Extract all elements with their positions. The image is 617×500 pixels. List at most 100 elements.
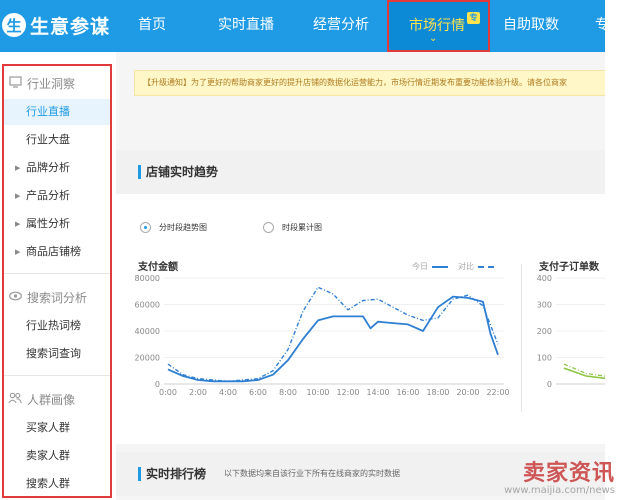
sidebar-item-attribute-analysis[interactable]: ▶ 属性分析: [4, 211, 110, 237]
legend-compare-swatch: [478, 265, 494, 268]
people-icon: [8, 392, 22, 406]
chevron-down-icon: ⌄: [429, 33, 438, 44]
chart-divider: [521, 264, 522, 412]
sidebar-item-label: 搜索词查询: [26, 347, 81, 360]
nav-item-more[interactable]: 专: [595, 0, 609, 50]
sidebar-item-sellers[interactable]: 卖家人群: [4, 443, 110, 469]
sidebar-section-search[interactable]: 搜索词分析: [4, 284, 110, 310]
sidebar-section-title: 人群画像: [27, 392, 76, 407]
y-tick-label: 20000: [135, 354, 160, 363]
nav-item-market[interactable]: 市场行情 专 ⌄: [387, 0, 490, 52]
nav-item-business-analysis[interactable]: 经营分析: [313, 0, 369, 50]
ranking-subtitle: 以下数据均来自该行业下所有在线商家的实时数据: [224, 469, 400, 478]
chart-legend[interactable]: 今日 对比: [412, 261, 494, 272]
sidebar-item-label: 行业直播: [26, 105, 70, 118]
y-tick-label: 200: [537, 327, 552, 336]
x-tick-label: 12:00: [336, 388, 359, 397]
app-logo[interactable]: 生 生意参谋: [2, 9, 110, 41]
y-tick-label: 100: [537, 354, 552, 363]
radio-cumulative[interactable]: 时段累计图: [263, 222, 322, 233]
ranking-title: 实时排行榜: [146, 467, 207, 481]
y-tick-label: 0: [547, 380, 552, 389]
x-tick-label: 22:00: [486, 388, 509, 397]
nav-item-realtime[interactable]: 实时直播: [218, 0, 274, 50]
x-tick-label: 14:00: [366, 388, 389, 397]
sidebar-item-hot-words[interactable]: 行业热词榜: [4, 313, 110, 339]
legend-compare-label: 对比: [458, 262, 474, 271]
sidebar-item-search-query[interactable]: 搜索词查询: [4, 341, 110, 367]
radio-label: 时段累计图: [282, 223, 322, 232]
realtime-trend-panel: 分时段趋势图 时段累计图 支付金额 今日 对比 0 20000 40000 60000…: [116, 194, 605, 444]
chart-title-orders: 支付子订单数: [539, 262, 599, 273]
top-nav: 生 生意参谋 首页 实时直播 经营分析 市场行情 专 ⌄ 自助取数 专: [0, 0, 609, 52]
series-line-today: [167, 295, 499, 383]
caret-right-icon: ▶: [15, 164, 21, 172]
sidebar-item-buyers[interactable]: 买家人群: [4, 415, 110, 441]
section-marker: [138, 467, 141, 481]
sidebar-divider: [4, 273, 110, 274]
sidebar-item-searchers[interactable]: 搜索人群: [4, 471, 110, 497]
premium-badge-icon: 专: [467, 12, 480, 24]
eye-icon: [8, 290, 22, 304]
sidebar-item-product-analysis[interactable]: ▶ 产品分析: [4, 183, 110, 209]
payment-amount-chart: 0200004000060000800000:00 2:00 4:00 6:00 8:0…: [135, 274, 510, 397]
chart-title-payment: 支付金额: [138, 262, 178, 273]
main-content: 【升级通知】为了更好的帮助商家更好的提升店铺的数据化运营能力，市场行情近期发布重…: [116, 52, 605, 500]
sidebar-item-label: 商品店铺榜: [26, 245, 81, 258]
sidebar-section-industry[interactable]: 行业洞察: [4, 70, 110, 96]
legend-today-label: 今日: [412, 262, 428, 271]
series-line-today: [563, 367, 605, 380]
x-tick-label: 4:00: [219, 388, 237, 397]
x-tick-label: 8:00: [279, 388, 297, 397]
sidebar: 行业洞察 行业直播 行业大盘 ▶ 品牌分析 ▶ 产品分析 ▶ 属性分析 ▶ 商品店铺榜 …: [2, 64, 112, 498]
y-tick-label: 80000: [135, 274, 160, 283]
nav-item-self-service[interactable]: 自助取数: [503, 0, 559, 50]
sidebar-section-persona[interactable]: 人群画像: [4, 386, 110, 412]
monitor-icon: [8, 76, 22, 90]
sidebar-item-label: 属性分析: [26, 217, 70, 230]
order-count-chart: 0 100 200 300 400: [537, 274, 605, 389]
y-tick-label: 60000: [135, 301, 160, 310]
sidebar-item-label: 产品分析: [26, 189, 70, 202]
radio-checked-icon: [140, 222, 151, 233]
sidebar-section-title: 搜索词分析: [27, 290, 88, 305]
sidebar-item-label: 行业热词榜: [26, 319, 81, 332]
x-tick-label: 10:00: [306, 388, 329, 397]
sidebar-item-industry-live[interactable]: 行业直播: [4, 99, 110, 125]
sidebar-item-label: 卖家人群: [26, 449, 70, 462]
sidebar-item-label: 品牌分析: [26, 161, 70, 174]
x-tick-label: 16:00: [396, 388, 419, 397]
realtime-trend-title: 店铺实时趋势: [146, 165, 219, 179]
sidebar-item-shop-ranking[interactable]: ▶ 商品店铺榜: [4, 239, 110, 265]
y-tick-label: 40000: [135, 327, 160, 336]
x-tick-label: 20:00: [456, 388, 479, 397]
sidebar-section-title: 行业洞察: [27, 76, 76, 91]
radio-unchecked-icon: [263, 222, 274, 233]
sidebar-item-label: 买家人群: [26, 421, 70, 434]
sidebar-item-brand-analysis[interactable]: ▶ 品牌分析: [4, 155, 110, 181]
series-line-compare: [167, 286, 499, 382]
app-title: 生意参谋: [30, 15, 111, 38]
sidebar-item-label: 行业大盘: [26, 133, 70, 146]
section-marker: [138, 165, 141, 179]
realtime-trend-header: 店铺实时趋势: [116, 150, 605, 194]
sidebar-divider: [4, 375, 110, 376]
radio-label: 分时段趋势图: [159, 223, 207, 232]
logo-icon: 生: [2, 13, 26, 37]
x-tick-label: 0:00: [159, 388, 177, 397]
upgrade-notice: 【升级通知】为了更好的帮助商家更好的提升店铺的数据化运营能力，市场行情近期发布重…: [134, 70, 605, 96]
y-tick-label: 400: [537, 274, 552, 283]
x-tick-label: 2:00: [189, 388, 207, 397]
caret-right-icon: ▶: [15, 248, 21, 256]
legend-today-swatch: [432, 265, 448, 268]
nav-item-home[interactable]: 首页: [138, 0, 166, 50]
sidebar-item-industry-overview[interactable]: 行业大盘: [4, 127, 110, 153]
x-tick-label: 6:00: [249, 388, 267, 397]
sidebar-item-label: 搜索人群: [26, 477, 70, 490]
y-tick-label: 300: [537, 301, 552, 310]
watermark-title: 卖家资讯: [522, 461, 615, 486]
x-tick-label: 18:00: [426, 388, 449, 397]
watermark: 卖家资讯 www.maijia.com/news: [504, 455, 615, 496]
caret-right-icon: ▶: [15, 192, 21, 200]
radio-hourly-trend[interactable]: 分时段趋势图: [140, 222, 207, 233]
